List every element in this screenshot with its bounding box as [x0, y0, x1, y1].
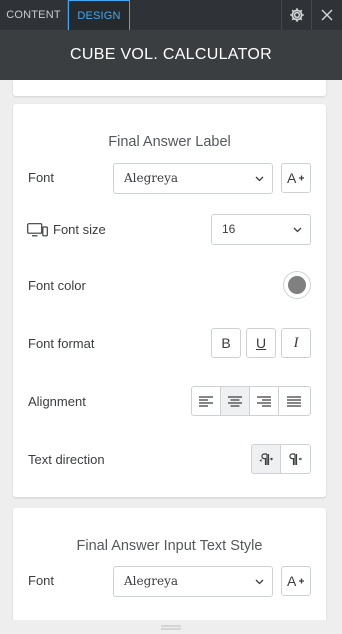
- gear-icon[interactable]: [281, 0, 311, 30]
- tab-content[interactable]: CONTENT: [0, 0, 68, 30]
- font-format-label: Font format: [28, 336, 95, 351]
- chevron-down-icon: [293, 215, 302, 244]
- font-color-label: Font color: [28, 278, 86, 293]
- text-direction-group: [251, 444, 311, 474]
- bold-icon: B: [221, 335, 231, 351]
- font-select-value: Alegreya: [124, 574, 179, 588]
- align-left-button[interactable]: [192, 387, 221, 415]
- align-right-button[interactable]: [250, 387, 279, 415]
- final-answer-input-card: Final Answer Input Text Style Font Alegr…: [13, 508, 326, 628]
- align-right-icon: [257, 395, 271, 407]
- ltr-icon: [259, 452, 273, 465]
- bold-button[interactable]: B: [211, 328, 241, 358]
- font-upload-button[interactable]: A: [281, 163, 311, 193]
- direction-rtl-button[interactable]: [281, 445, 310, 473]
- font-size-select[interactable]: 16: [211, 214, 311, 245]
- devices-icon: [27, 222, 48, 236]
- add-font-icon: A: [287, 574, 304, 588]
- text-direction-label: Text direction: [28, 452, 105, 467]
- italic-icon: I: [293, 334, 299, 351]
- font-select[interactable]: Alegreya: [113, 163, 273, 194]
- align-justify-icon: [286, 395, 301, 407]
- font-label: Font: [28, 170, 55, 185]
- card-title: Final Answer Label: [108, 134, 231, 150]
- underline-icon: U: [255, 335, 267, 351]
- grip-icon: [161, 625, 181, 629]
- font-select-value: Alegreya: [124, 171, 179, 185]
- chevron-down-icon: [255, 164, 264, 193]
- close-icon[interactable]: [311, 0, 341, 30]
- tab-design[interactable]: DESIGN: [68, 0, 130, 30]
- card-title: Final Answer Input Text Style: [76, 538, 263, 554]
- font-size-row-label: Font size: [27, 222, 106, 237]
- align-justify-button[interactable]: [279, 387, 308, 415]
- font-upload-button[interactable]: A: [281, 566, 311, 596]
- rtl-icon: [288, 452, 302, 465]
- top-tab-bar: CONTENT DESIGN: [0, 0, 342, 30]
- alignment-label: Alignment: [28, 394, 86, 409]
- direction-ltr-button[interactable]: [252, 445, 281, 473]
- chevron-down-icon: [255, 567, 264, 596]
- font-size-value: 16: [222, 222, 236, 236]
- underline-button[interactable]: U: [246, 328, 276, 358]
- italic-button[interactable]: I: [281, 328, 311, 358]
- font-color-picker[interactable]: [283, 271, 311, 299]
- svg-text:A: A: [287, 171, 297, 185]
- font-label: Font: [28, 573, 55, 588]
- align-center-icon: [228, 395, 242, 407]
- align-left-icon: [199, 395, 213, 407]
- alignment-group: [191, 386, 311, 416]
- font-size-label: Font size: [53, 222, 106, 237]
- font-select[interactable]: Alegreya: [113, 566, 273, 597]
- svg-text:A: A: [287, 574, 297, 588]
- add-font-icon: A: [287, 171, 304, 185]
- app-title: CUBE VOL. CALCULATOR: [0, 30, 342, 80]
- align-center-button[interactable]: [221, 387, 250, 415]
- resize-handle[interactable]: [0, 620, 342, 634]
- previous-card: [13, 80, 326, 96]
- final-answer-label-card: Final Answer Label Font Alegreya A Font …: [13, 104, 326, 497]
- color-dot: [288, 276, 306, 294]
